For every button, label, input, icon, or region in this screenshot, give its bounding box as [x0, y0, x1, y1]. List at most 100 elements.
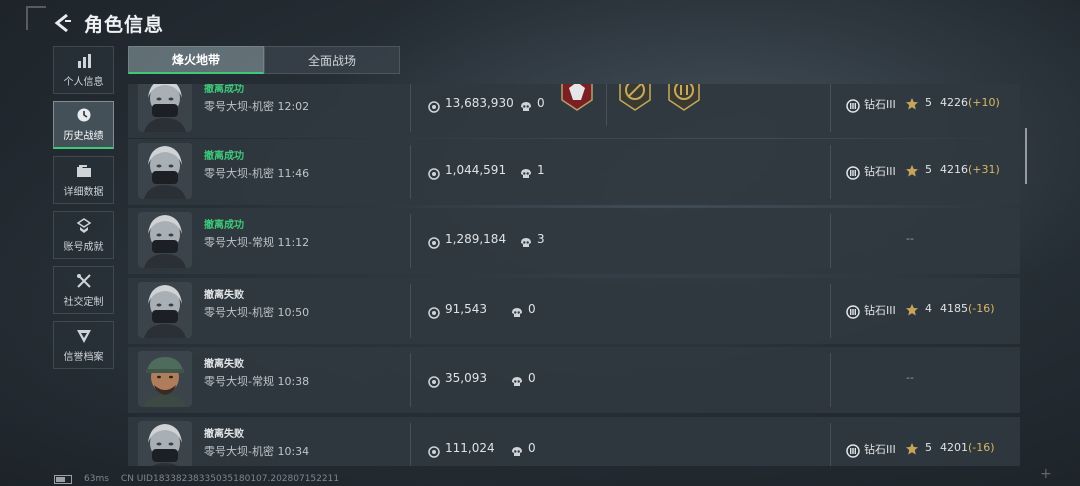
match-row[interactable]: 撤离成功零号大坝-机密 11:46 1,044,591 1 钻石III 5 4216(+3…: [128, 139, 1020, 205]
gold-medal-icon[interactable]: [617, 84, 653, 112]
loot-value: 35,093: [445, 371, 487, 385]
star-icon: [905, 163, 919, 177]
red-medal-icon[interactable]: [559, 84, 595, 112]
currency-icon: [428, 443, 440, 458]
divider: [830, 353, 831, 407]
rank-score: 4226(+10): [940, 96, 1000, 109]
divider: [410, 84, 411, 132]
loot-value: 13,683,930: [445, 96, 514, 110]
map-info: 零号大坝-机密 11:46: [204, 167, 310, 180]
currency-icon: [428, 304, 440, 319]
tab-hazard-zone[interactable]: 烽火地带: [128, 46, 264, 74]
star-count: 5: [925, 96, 932, 109]
rank-icon: [846, 443, 860, 458]
skull-icon: [520, 234, 532, 247]
folder-icon: [76, 164, 91, 177]
avatar: [138, 282, 192, 338]
sidebar: 个人信息 历史战绩 详细数据 账号成就 社交定制 信誉档案: [53, 46, 114, 376]
extraction-status: 撤离成功: [204, 220, 244, 231]
rank-score: 4216(+31): [940, 163, 1000, 176]
divider: [410, 353, 411, 407]
back-arrow-icon[interactable]: [52, 12, 74, 34]
page-title: 角色信息: [84, 13, 165, 36]
sidebar-item-achievements[interactable]: 账号成就: [53, 211, 114, 259]
kill-count: 3: [537, 232, 545, 246]
kill-count: 1: [537, 163, 545, 177]
score-delta: (-16): [968, 441, 995, 454]
avatar: [138, 212, 192, 268]
divider: [410, 214, 411, 268]
star-icon: [905, 302, 919, 316]
rank-empty: --: [906, 371, 914, 384]
loot-value: 91,543: [445, 302, 487, 316]
match-list[interactable]: 撤离成功 零号大坝-机密 12:02 13,683,930 0 钻石III 5 4226(+…: [128, 84, 1020, 466]
skull-icon: [520, 165, 532, 178]
sidebar-item-label: 账号成就: [63, 241, 104, 253]
loot-value: 1,044,591: [445, 163, 507, 177]
currency-icon: [428, 165, 440, 180]
skull-icon: [511, 443, 523, 456]
score-value: 4216: [940, 163, 968, 176]
sidebar-item-label: 个人信息: [63, 76, 104, 88]
rank-label: 钻石III: [864, 165, 896, 178]
scrollbar[interactable]: [1025, 128, 1027, 184]
divider: [830, 423, 831, 466]
tab-full-battlefield[interactable]: 全面战场: [264, 46, 400, 74]
divider: [830, 145, 831, 199]
kill-count: 0: [528, 441, 536, 455]
map-info: 零号大坝-常规 10:38: [204, 375, 310, 388]
shield-icon: [76, 329, 91, 343]
map-info: 零号大坝-机密 10:34: [204, 445, 310, 458]
rank-score: 4185(-16): [940, 302, 995, 315]
footer: 63ms CN UID183382383350351801​07.2028071…: [54, 474, 339, 484]
divider: [606, 84, 607, 126]
clock-icon: [77, 108, 90, 122]
gold-medal-icon[interactable]: [666, 84, 702, 112]
sidebar-item-social[interactable]: 社交定制: [53, 266, 114, 314]
star-count: 5: [925, 163, 932, 176]
rank-empty: --: [906, 232, 914, 245]
sidebar-item-label: 详细数据: [63, 186, 104, 198]
avatar: [138, 421, 192, 466]
header: 角色信息: [52, 8, 164, 38]
sidebar-item-reputation[interactable]: 信誉档案: [53, 321, 114, 369]
divider: [410, 284, 411, 338]
star-icon: [905, 441, 919, 455]
score-delta: (+10): [968, 96, 1000, 109]
sidebar-item-personal-info[interactable]: 个人信息: [53, 46, 114, 94]
match-row[interactable]: 撤离失败 零号大坝-常规 10:38 35,093 0 --: [128, 347, 1020, 413]
rank-label: 钻石III: [864, 98, 896, 111]
extraction-status: 撤离成功: [204, 151, 244, 162]
extraction-status: 撤离失败: [204, 290, 244, 301]
rank-label: 钻石III: [864, 304, 896, 317]
divider: [410, 423, 411, 466]
rank-icon: [846, 165, 860, 180]
bar-chart-icon: [77, 53, 91, 68]
extraction-status: 撤离失败: [204, 359, 244, 370]
star-count: 4: [925, 302, 932, 315]
divider: [830, 214, 831, 268]
rank-label: 钻石III: [864, 443, 896, 456]
sidebar-item-label: 社交定制: [63, 296, 104, 308]
mode-tabs: 烽火地带 全面战场: [128, 46, 400, 74]
match-row[interactable]: 撤离失败 零号大坝-机密 10:34 111,024 0 钻石III 5 4201(-16): [128, 417, 1020, 466]
divider: [830, 84, 831, 132]
tools-icon: [76, 273, 91, 288]
map-info: 零号大坝-机密 10:50: [204, 306, 310, 319]
skull-icon: [520, 98, 532, 111]
kill-count: 0: [528, 302, 536, 316]
sidebar-item-history[interactable]: 历史战绩: [53, 101, 114, 149]
score-value: 4201: [940, 441, 968, 454]
match-row[interactable]: 撤离成功 零号大坝-常规 11:12 1,289,184 3 --: [128, 208, 1020, 274]
currency-icon: [428, 373, 440, 388]
match-row[interactable]: 撤离成功 零号大坝-机密 12:02 13,683,930 0 钻石III 5 4226(+…: [128, 84, 1020, 138]
rank-score: 4201(-16): [940, 441, 995, 454]
ping-readout: 63ms: [84, 474, 109, 484]
sidebar-item-details[interactable]: 详细数据: [53, 156, 114, 204]
match-row[interactable]: 撤离失败零号大坝-机密 10:50 91,543 0 钻石III 4 4185(-16): [128, 278, 1020, 344]
score-delta: (-16): [968, 302, 995, 315]
crosshair-icon: +: [1040, 466, 1052, 482]
sidebar-item-label: 信誉档案: [63, 351, 104, 363]
loot-value: 1,289,184: [445, 232, 507, 246]
divider: [410, 145, 411, 199]
